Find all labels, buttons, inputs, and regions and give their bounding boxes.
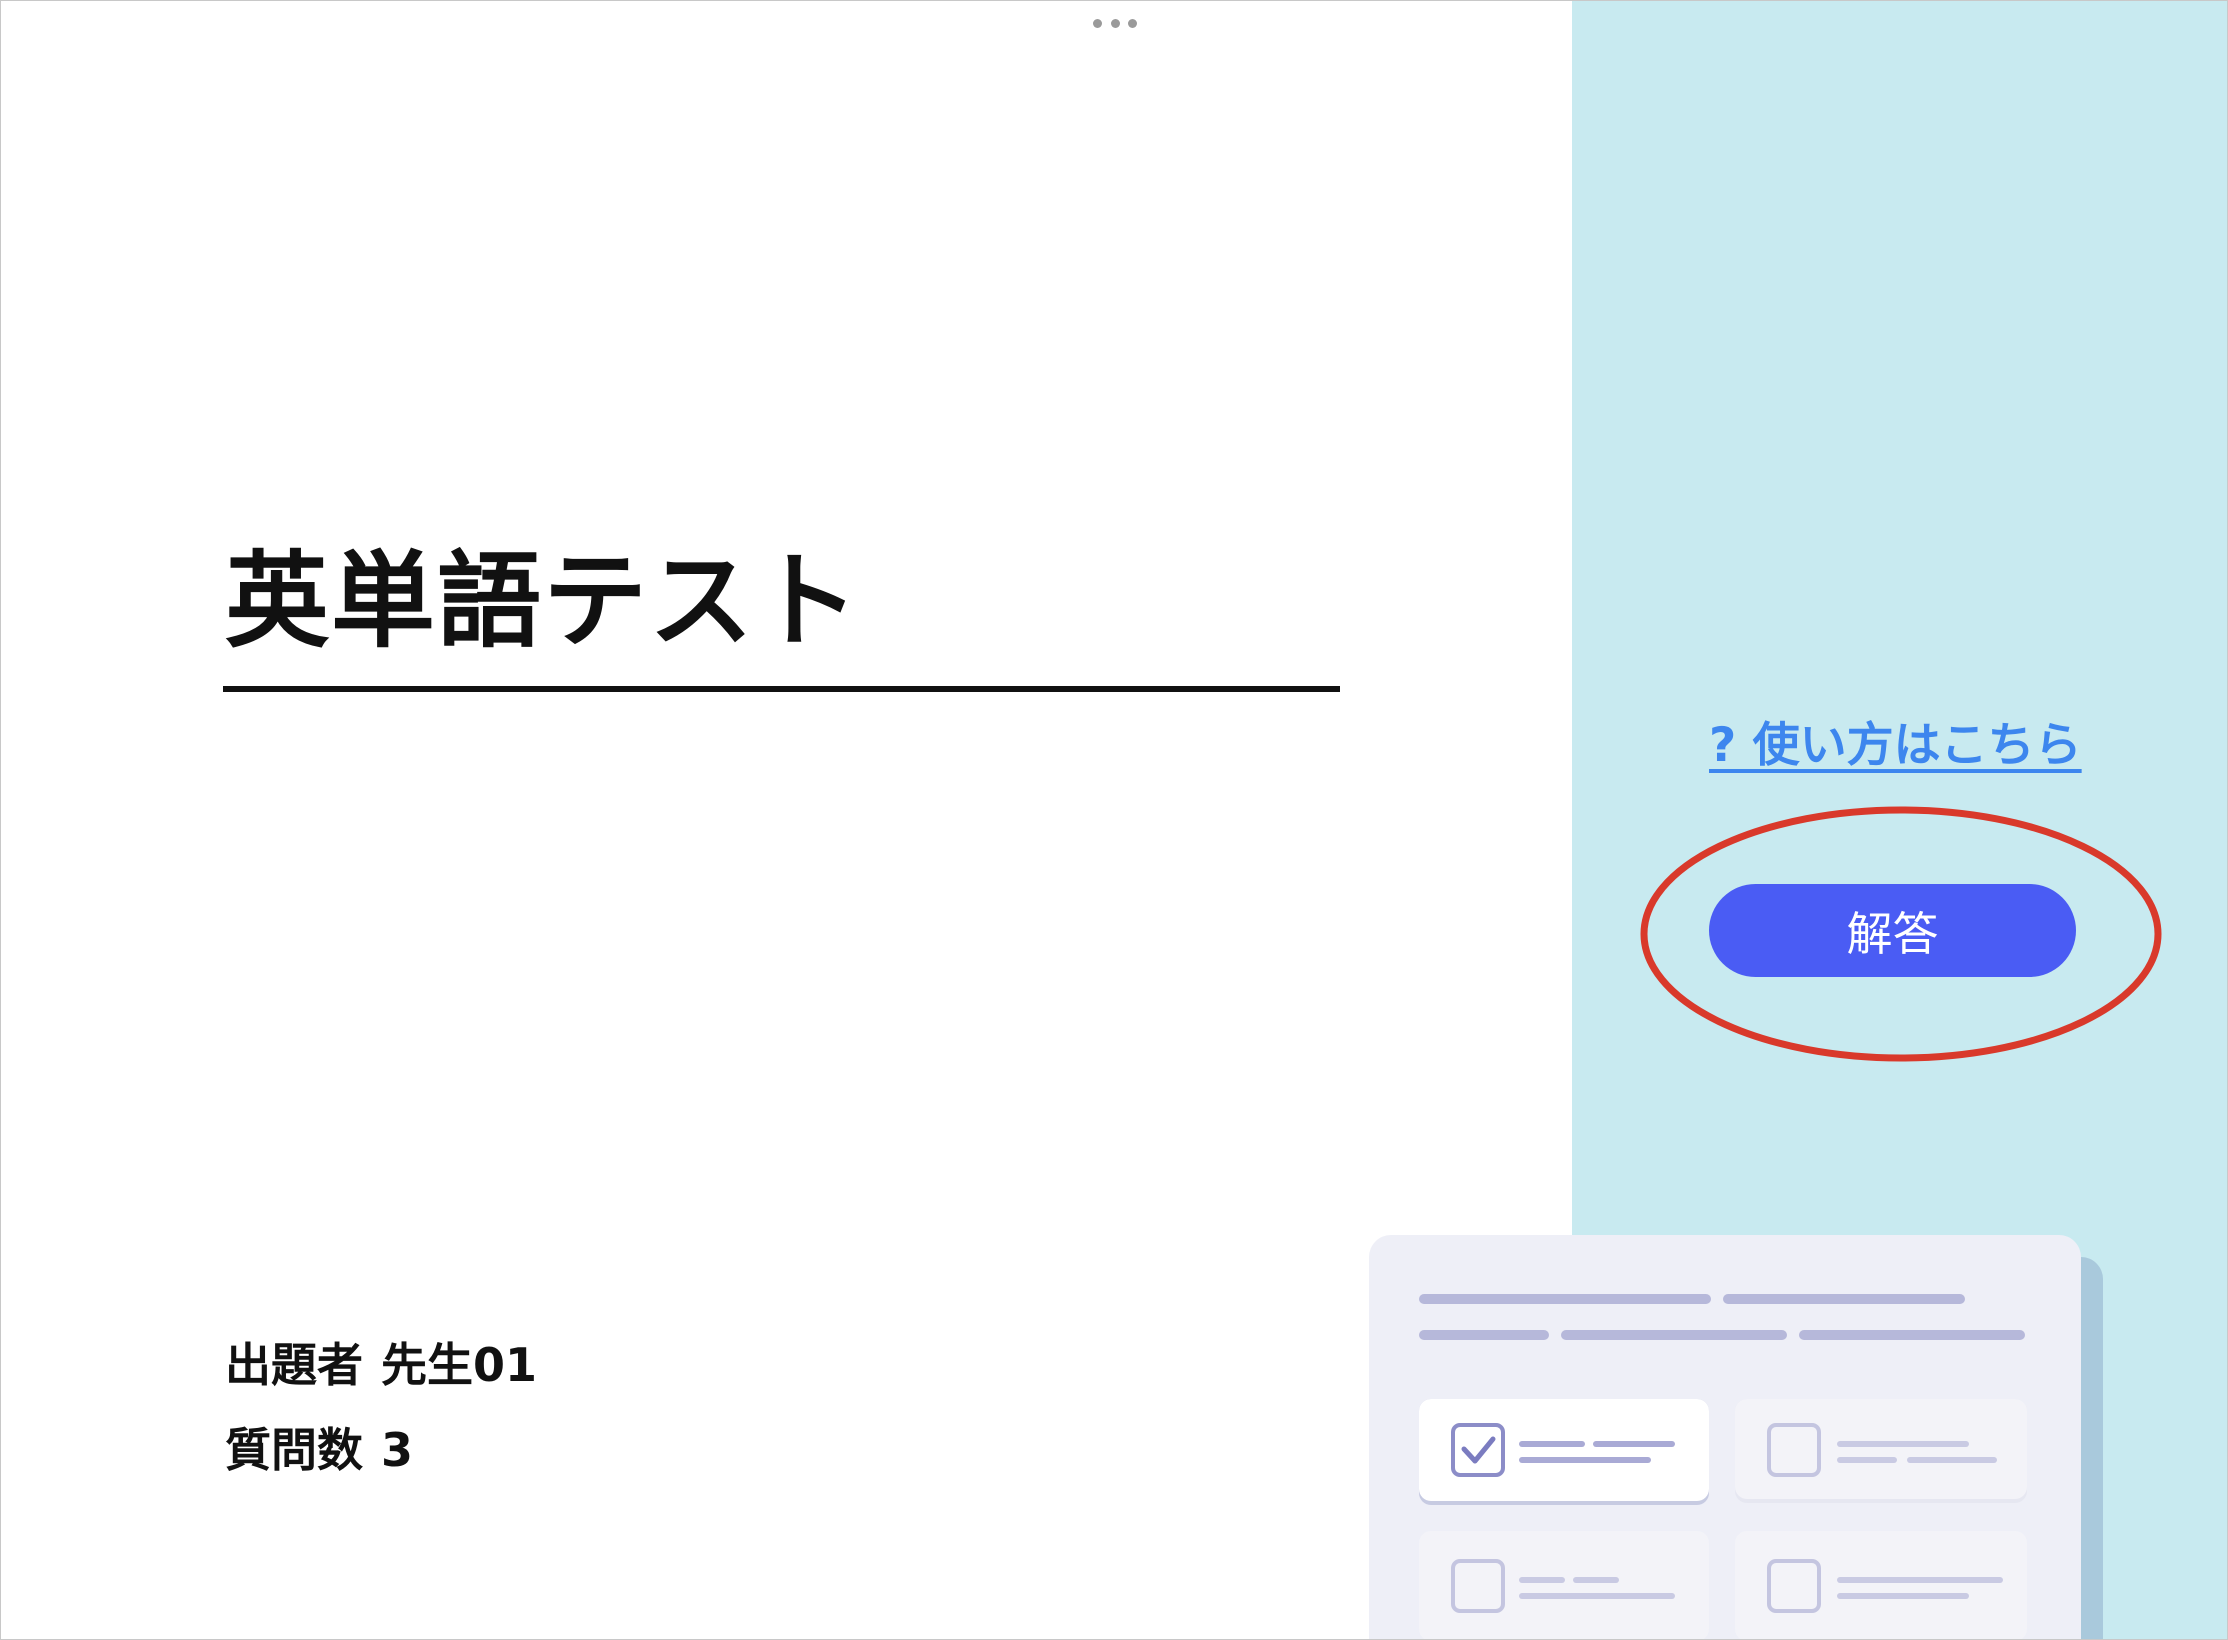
quiz-illustration [1369,1235,2103,1639]
question-count-label: 質問数 [225,1423,363,1477]
author-value: 先生01 [381,1338,538,1392]
author-label: 出題者 [225,1338,363,1392]
question-count-row: 質問数 3 [225,1422,413,1478]
option-card [1735,1531,2027,1639]
author-row: 出題者 先生01 [225,1337,537,1393]
more-dots-icon[interactable] [1093,19,1137,29]
question-count-value: 3 [381,1423,414,1477]
option-card [1735,1399,2027,1503]
page-title: 英単語テスト [225,540,862,662]
help-link[interactable]: ? 使い方はこちら [1709,706,2082,775]
option-card-selected [1419,1399,1709,1505]
app-window: 英単語テスト 出題者 先生01 質問数 3 ? 使い方はこちら 解答 [0,0,2228,1640]
title-underline [223,686,1340,692]
option-card [1419,1531,1709,1639]
answer-button[interactable]: 解答 [1709,884,2076,977]
checkbox-checked-icon [1451,1423,1505,1477]
